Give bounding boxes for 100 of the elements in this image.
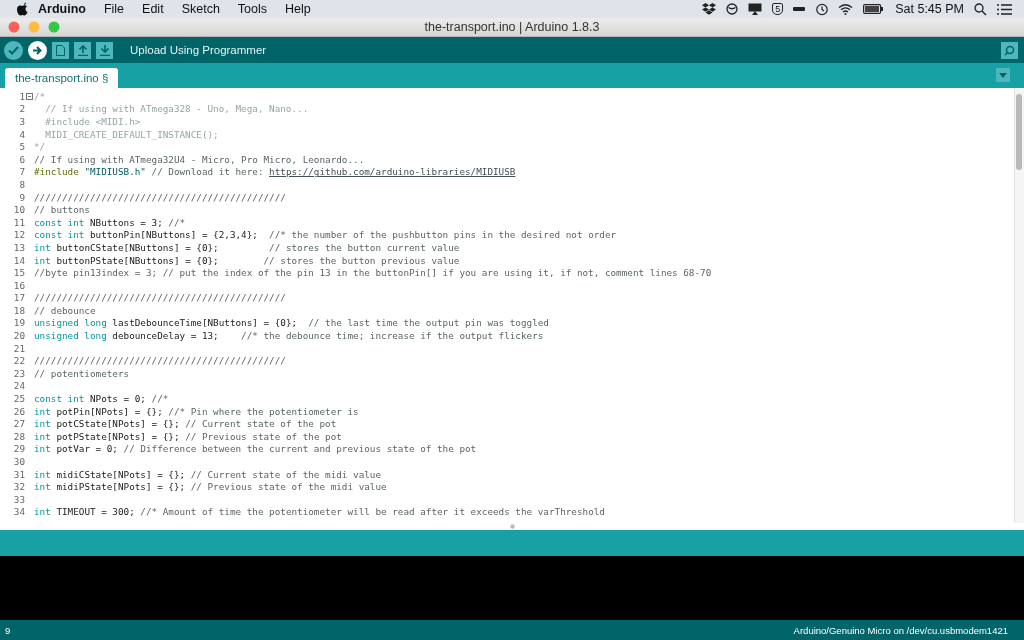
line-number: 30 [12,456,25,467]
code-line: ///////////////////////////////////////////// [34,292,286,304]
circle-slash-icon [726,3,739,15]
code-line: // If using with ATmega32U4 - Micro, Pro Micro, Leonardo... [34,153,365,165]
line-number: 19 [12,317,25,329]
verify-button[interactable] [4,40,23,60]
line-number: 13 [12,241,25,253]
wifi-icon [838,3,854,15]
line-number: 16 [12,279,25,291]
code-line: #include <MIDI.h> [44,116,141,127]
code-line: int midiPState[NPots] = {}; // Previous state of the midi value [34,481,387,493]
code-line: #include "MIDIUSB.h" // Download it here: https://github.com/arduino-libraries/MIDIUSB [34,166,516,178]
line-number: 4 [18,128,25,140]
code-line: // buttons [34,204,90,216]
monitor-icon [748,3,763,15]
code-line: // If using with ATmega328 - Uno, Mega, Nano... [44,103,309,115]
line-number: 2 [18,103,25,115]
line-number: 24 [12,380,25,392]
line-indicator: 9 [5,624,11,636]
scroll-thumb[interactable] [1016,94,1022,170]
line-number: 20 [12,330,25,342]
line-number: 12 [12,229,25,241]
line-number: 27 [12,418,25,430]
split-handle-icon [509,524,515,529]
line-number: 6 [18,153,25,165]
line-number: 29 [12,443,25,455]
code-line: unsigned long debounceDelay = 13; //* the debounce time; increase if the output flickers [34,330,544,342]
line-number: 23 [12,367,25,379]
apple-icon [16,2,28,16]
line-number: 5 [18,141,25,153]
up-arrow-icon [77,44,88,56]
code-line: int potPin[NPots] = {}; //* Pin where the potentiometer is [34,405,359,417]
code-line: const int NButtons = 3; //* [34,216,186,228]
down-arrow-icon [99,44,110,56]
bar-icon [793,6,806,12]
code-line: int potCState[NPots] = {}; // Current state of the pot [34,418,337,430]
document-icon [56,44,65,56]
menu-item[interactable]: Help [276,2,320,16]
clock-icon [815,2,829,16]
zoom-button-icon [48,21,60,33]
file-tab[interactable]: the-transport.ino § [5,68,119,88]
line-number: 21 [12,342,25,354]
list-icon [997,3,1012,15]
new-sketch-button[interactable] [52,41,69,59]
open-button[interactable] [74,41,91,59]
code-line: const int buttonPin[NButtons] = {2,3,4}; //* the number of the pushbutton pins in the desired not order [34,229,617,241]
save-button[interactable] [96,41,113,59]
code-line: ///////////////////////////////////////////// [34,191,286,203]
tab-menu-button[interactable] [996,68,1010,82]
line-number: 26 [12,405,25,417]
shield-badge[interactable]: 5 [772,3,784,15]
upload-button[interactable] [28,40,47,60]
code-line: int potPState[NPots] = {}; // Previous state of the pot [34,430,342,442]
menubar-clock[interactable]: Sat 5:45 PM [895,2,964,16]
line-number: 8 [18,178,25,190]
minimize-button-icon [28,21,40,33]
close-button-icon [8,21,20,33]
line-number: 1 [18,90,25,102]
code-line: //byte pin13index = 3; // put the index of the pin 13 in the buttonPin[] if you are using it, if not, comment lines 68-70 [34,267,712,279]
line-number: 22 [12,355,25,367]
code-line: int buttonCState[NButtons] = {0}; // stores the button current value [34,241,460,253]
code-line: int midiCState[NPots] = {}; // Current state of the midi value [34,468,382,480]
magnifier-icon [1003,44,1016,56]
line-number: 18 [12,304,25,316]
code-line: int potVar = 0; // Difference between the current and previous state of the pot [34,443,477,455]
code-line: */ [34,141,46,153]
line-number: 11 [12,216,25,228]
code-line: unsigned long lastDebounceTime[NButtons] = {0}; // the last time the output pin was toggled [34,317,549,329]
line-number: 25 [12,393,25,405]
check-icon [8,45,19,55]
line-number: 31 [12,468,25,480]
menu-item[interactable]: File [94,2,134,16]
toolbar-hint: Upload Using Programmer [130,44,267,56]
menu-item[interactable]: Edit [133,2,173,16]
fold-icon[interactable] [26,92,33,100]
line-number: 14 [12,254,25,266]
code-line: int TIMEOUT = 300; //* Amount of time the potentiometer will be read after it exceeds the varThreshold [34,506,605,518]
line-number: 28 [12,430,25,442]
line-number: 32 [12,481,25,493]
line-number: 7 [18,166,25,178]
menu-item[interactable]: Sketch [172,2,229,16]
scrollbar[interactable] [1014,88,1024,523]
serial-monitor-button[interactable] [1001,41,1018,59]
line-number: 15 [12,267,25,279]
board-port-label: Arduino/Genuino Micro on /dev/cu.usbmodem1421 [793,624,1008,636]
code-line: // potentiometers [34,367,130,379]
app-menu[interactable]: Arduino [28,2,95,16]
window-title: the-transport.ino | Arduino 1.8.3 [424,20,600,34]
line-number: 3 [18,116,25,127]
line-number: 9 [18,191,25,203]
code-line: ///////////////////////////////////////////// [34,355,286,367]
code-line: int buttonPState[NButtons] = {0}; // stores the button previous value [34,254,460,266]
caret-icon [999,72,1007,78]
code-line: const int NPots = 0; //* [34,393,169,405]
search-icon [974,2,987,16]
menu-item[interactable]: Tools [228,2,277,16]
battery-icon [863,4,884,14]
line-number: 34 [12,506,25,518]
line-number: 17 [12,292,25,304]
line-number: 33 [12,493,25,505]
